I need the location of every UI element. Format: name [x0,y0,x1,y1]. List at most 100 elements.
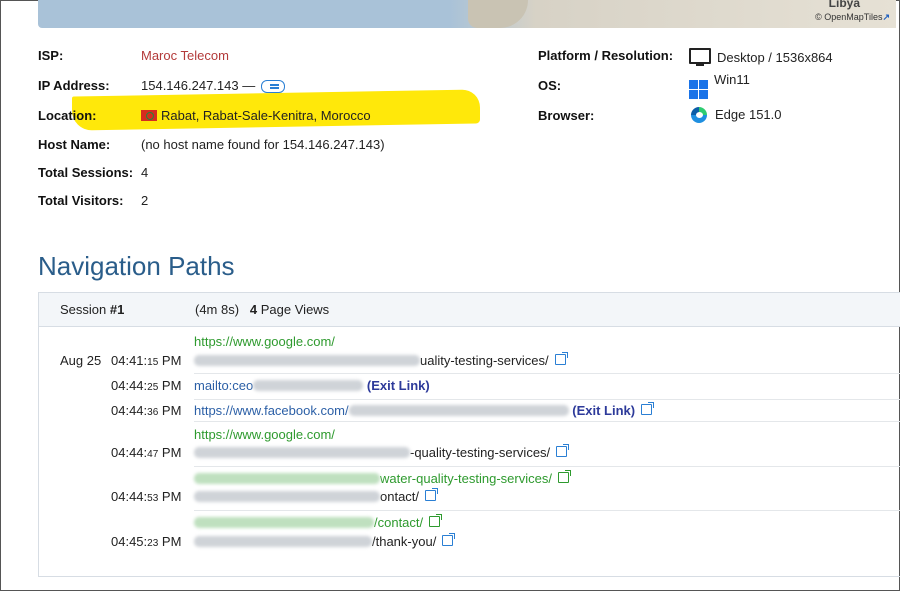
external-link-icon[interactable] [556,444,570,457]
session-duration: (4m 8s) [195,302,240,317]
location-row: Rabat, Rabat-Sale-Kenitra, Morocco [141,108,371,123]
os-label: OS: [538,78,562,93]
exit-link-label: (Exit Link) [366,378,430,393]
time-seconds: 36 [147,407,159,418]
visit-time: 04:41:15 PM [111,353,181,368]
time-hm: 04:44: [111,445,148,460]
browser-row: Edge 151.0 [691,107,782,123]
session-label: Session [60,302,107,317]
page-link[interactable]: /thank-you/ [194,533,456,549]
redacted-url [194,517,374,528]
visitors-value: 2 [141,193,149,208]
navigation-paths-title: Navigation Paths [38,251,235,281]
page-link[interactable]: ontact/ [194,488,439,504]
referrer-link[interactable]: /contact/ [194,514,443,530]
map-city-label: Libya [828,0,860,10]
browser-label: Browser: [538,108,595,123]
session-summary: (4m 8s) 4 Page Views [195,302,329,317]
host-label: Host Name: [38,137,111,152]
time-hm: 04:41: [111,353,148,368]
map-credit-text[interactable]: © OpenMapTiles [815,12,882,22]
ip-label: IP Address: [38,78,110,93]
redacted-url [194,536,372,547]
external-link-icon[interactable] [442,533,456,546]
page-views-count: 4 [249,302,258,317]
redacted-email [253,380,364,391]
external-link-icon[interactable] [429,514,443,527]
isp-label: ISP: [38,48,64,63]
visit-time: 04:44:36 PM [111,403,181,418]
external-link-icon[interactable] [557,470,571,483]
morocco-flag-icon [141,110,157,121]
referrer-link[interactable]: https://www.google.com/ [194,334,335,349]
external-link-icon[interactable]: ↗ [882,12,890,22]
os-value: Win11 [714,72,750,87]
platform-value: Desktop / 1536x864 [717,50,833,65]
redacted-url [194,447,410,458]
page-views-label: Page Views [260,302,330,317]
visit-time: 04:44:53 PM [111,489,181,504]
ip-value: 154.146.247.143 — [141,78,256,93]
map-credit[interactable]: © OpenMapTiles↗ [815,12,890,23]
time-seconds: 25 [147,382,159,393]
time-ampm: PM [161,534,182,549]
session-header: Session #1 (4m 8s) 4 Page Views [39,293,900,327]
ip-row: 154.146.247.143 — [141,78,285,94]
external-link-icon[interactable] [425,488,439,501]
referrer-url-tail[interactable]: water-quality-testing-services/ [380,471,552,486]
redacted-url [348,405,569,416]
redacted-url [194,355,420,366]
location-map[interactable]: Libya © OpenMapTiles↗ [38,0,896,28]
time-hm: 04:45: [111,534,148,549]
map-terrain [468,0,528,28]
visitors-label: Total Visitors: [38,193,124,208]
visit-time: 04:44:47 PM [111,445,181,460]
redacted-url [194,491,380,502]
exit-link-label: (Exit Link) [572,403,636,418]
time-ampm: PM [161,403,182,418]
visit-time: 04:44:25 PM [111,378,181,393]
ip-lookup-icon[interactable] [260,80,285,94]
session-title: Session #1 [60,302,124,317]
time-hm: 04:44: [111,378,148,393]
facebook-prefix[interactable]: https://www.facebook.com/ [194,403,349,418]
page-link[interactable]: -quality-testing-services/ [194,444,570,460]
time-seconds: 47 [147,449,159,460]
time-ampm: PM [161,445,182,460]
time-seconds: 23 [147,538,159,549]
mailto-prefix[interactable]: mailto:ceo [194,378,253,393]
location-label: Location: [38,108,97,123]
platform-row: Desktop / 1536x864 [689,48,833,66]
time-hm: 04:44: [111,489,148,504]
time-seconds: 53 [147,493,159,504]
page-url-tail[interactable]: ontact/ [380,489,419,504]
windows-icon [689,80,708,99]
time-ampm: PM [161,378,182,393]
time-ampm: PM [161,489,182,504]
time-seconds: 15 [147,357,159,368]
referrer-link[interactable]: https://www.google.com/ [194,427,335,442]
mailto-link[interactable]: mailto:ceo (Exit Link) [194,378,430,393]
facebook-link[interactable]: https://www.facebook.com/ (Exit Link) [194,402,655,418]
page-url-tail[interactable]: uality-testing-services/ [420,353,549,368]
page-link[interactable]: uality-testing-services/ [194,352,568,368]
host-value: (no host name found for 154.146.247.143) [141,137,385,152]
browser-value: Edge 151.0 [715,107,782,122]
row-divider [194,510,900,511]
platform-label: Platform / Resolution: [538,48,674,63]
external-link-icon[interactable] [554,352,568,365]
row-divider [194,399,900,400]
row-divider [194,373,900,374]
visit-date: Aug 25 [60,353,102,368]
session-number: #1 [109,302,125,317]
page-url-tail[interactable]: /thank-you/ [372,534,436,549]
referrer-link[interactable]: water-quality-testing-services/ [194,470,571,486]
referrer-url-tail[interactable]: /contact/ [374,515,423,530]
external-link-icon[interactable] [641,402,655,415]
edge-browser-icon [691,107,707,123]
time-hm: 04:44: [111,403,148,418]
row-divider [194,421,900,422]
redacted-url [194,473,380,484]
page-url-tail[interactable]: -quality-testing-services/ [410,445,550,460]
monitor-icon [689,48,711,66]
